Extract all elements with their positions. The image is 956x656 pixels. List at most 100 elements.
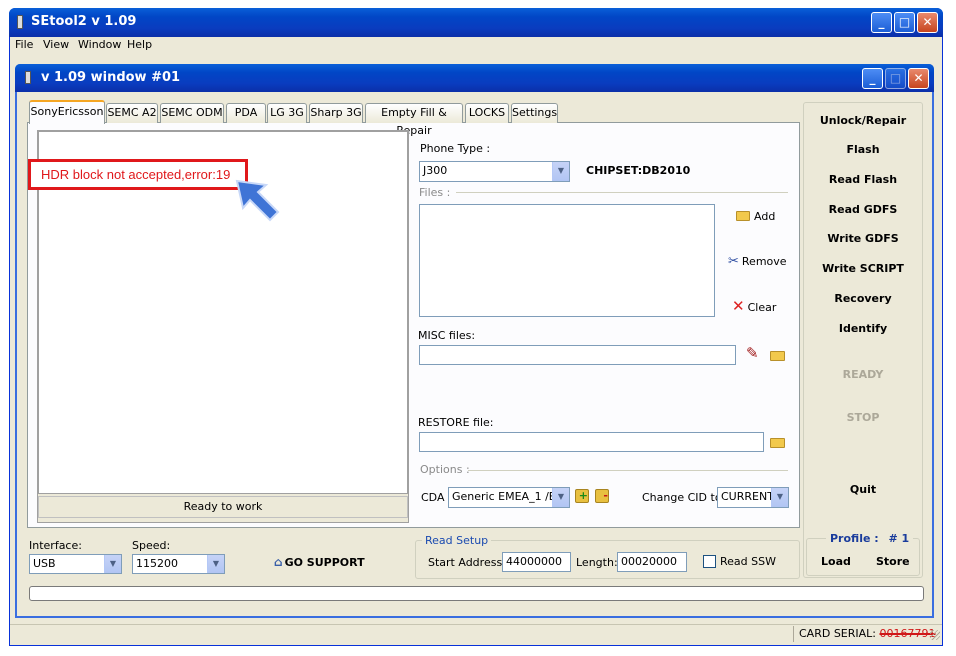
speed-select[interactable]: 115200 ▼: [132, 554, 225, 574]
phone-type-value: J300: [423, 164, 448, 177]
main-titlebar[interactable]: SEtool2 v 1.09 _ □ ✕: [9, 8, 943, 37]
add-label: Add: [754, 210, 776, 223]
profile-number: # 1: [888, 532, 910, 545]
child-titlebar[interactable]: v 1.09 window #01 _ □ ✕: [15, 64, 934, 92]
remove-button[interactable]: ✂ Remove: [728, 254, 787, 269]
child-maximize-button[interactable]: □: [885, 68, 906, 89]
tab-locks[interactable]: LOCKS: [465, 103, 509, 123]
read-setup-title: Read Setup: [422, 534, 492, 547]
close-button[interactable]: ✕: [917, 12, 938, 33]
unlock-repair-button[interactable]: Unlock/Repair: [803, 114, 923, 127]
interface-label: Interface:: [29, 539, 82, 552]
pointer-arrow-icon: [235, 179, 280, 222]
error-text: HDR block not accepted,error:19: [41, 167, 231, 182]
home-icon: ⌂: [274, 555, 283, 569]
interface-value: USB: [33, 557, 56, 570]
card-serial: CARD SERIAL: 00167791: [793, 626, 936, 642]
interface-chevron-down-icon: ▼: [104, 555, 121, 573]
error-message: HDR block not accepted,error:19: [28, 159, 248, 190]
add-button[interactable]: Add: [736, 210, 775, 223]
files-list[interactable]: [419, 204, 715, 317]
quit-button[interactable]: Quit: [803, 483, 923, 496]
length-label: Length:: [576, 556, 618, 569]
stop-button[interactable]: STOP: [803, 411, 923, 424]
speed-chevron-down-icon: ▼: [207, 555, 224, 573]
restore-file-input[interactable]: [419, 432, 764, 452]
restore-folder-icon[interactable]: [770, 438, 785, 448]
cid-chevron-down-icon: ▼: [771, 488, 788, 507]
child-icon: [25, 71, 31, 84]
interface-select[interactable]: USB ▼: [29, 554, 122, 574]
read-ssw-label: Read SSW: [720, 555, 776, 568]
minimize-button[interactable]: _: [871, 12, 892, 33]
cda-select[interactable]: Generic EMEA_1 /EM ▼: [448, 487, 570, 508]
profile-header: Profile : # 1: [826, 532, 914, 545]
cda-label: CDA: [421, 491, 445, 504]
phone-type-select[interactable]: J300 ▼: [419, 161, 570, 182]
start-address-input[interactable]: 44000000: [502, 552, 571, 572]
cid-value: CURRENT: [721, 490, 774, 503]
length-input[interactable]: 00020000: [617, 552, 687, 572]
speed-label: Speed:: [132, 539, 171, 552]
store-button[interactable]: Store: [876, 555, 910, 568]
go-support-button[interactable]: ⌂ GO SUPPORT: [274, 555, 365, 569]
card-serial-value: 00167791: [879, 627, 936, 640]
tab-sharp-3g[interactable]: Sharp 3G: [309, 103, 363, 123]
menu-window[interactable]: Window: [78, 38, 121, 51]
progress-bar: [29, 586, 924, 601]
change-cid-label: Change CID to: [642, 491, 722, 504]
chevron-down-icon: ▼: [552, 162, 569, 181]
tab-sonyericsson[interactable]: SonyEricsson: [29, 100, 105, 124]
chipset-label: CHIPSET:DB2010: [586, 164, 691, 177]
tab-semc-odm[interactable]: SEMC ODM: [160, 103, 224, 123]
cid-select[interactable]: CURRENT ▼: [717, 487, 789, 508]
remove-cda-icon[interactable]: -: [595, 489, 609, 503]
go-support-label: GO SUPPORT: [284, 556, 365, 569]
flash-button[interactable]: Flash: [803, 143, 923, 156]
files-separator: [456, 192, 788, 193]
read-flash-button[interactable]: Read Flash: [803, 173, 923, 186]
ready-indicator: READY: [842, 368, 884, 381]
write-script-button[interactable]: Write SCRIPT: [803, 262, 923, 275]
profile-label: Profile :: [830, 532, 879, 545]
resize-grip-icon[interactable]: [930, 630, 940, 640]
phone-type-label: Phone Type :: [420, 142, 491, 155]
cda-value: Generic EMEA_1 /EM: [452, 490, 566, 503]
scissors-icon: ✂: [728, 254, 739, 269]
tab-lg-3g[interactable]: LG 3G: [267, 103, 307, 123]
read-ssw-checkbox[interactable]: [703, 555, 716, 568]
misc-folder-icon[interactable]: [770, 351, 785, 361]
speed-value: 115200: [136, 557, 178, 570]
start-address-value: 44000000: [506, 555, 562, 568]
edit-pen-icon[interactable]: ✎: [746, 344, 759, 362]
card-serial-label: CARD SERIAL:: [799, 627, 876, 640]
child-minimize-button[interactable]: _: [862, 68, 883, 89]
clear-button[interactable]: ✕ Clear: [732, 297, 776, 315]
identify-button[interactable]: Identify: [803, 322, 923, 335]
app-title: SEtool2 v 1.09: [31, 14, 137, 29]
files-label: Files :: [419, 186, 451, 199]
child-close-button[interactable]: ✕: [908, 68, 929, 89]
app-icon: [17, 15, 23, 29]
menu-view[interactable]: View: [43, 38, 69, 51]
read-gdfs-button[interactable]: Read GDFS: [803, 203, 923, 216]
clear-icon: ✕: [732, 297, 745, 315]
menu-help[interactable]: Help: [127, 38, 152, 51]
tab-empty-fill-repair[interactable]: Empty Fill & Repair: [365, 103, 463, 137]
add-cda-icon[interactable]: +: [575, 489, 589, 503]
length-value: 00020000: [621, 555, 677, 568]
start-address-label: Start Address:: [428, 556, 506, 569]
restore-file-label: RESTORE file:: [418, 416, 494, 429]
load-button[interactable]: Load: [821, 555, 851, 568]
tab-settings[interactable]: Settings: [511, 103, 558, 123]
tab-pda[interactable]: PDA: [226, 103, 266, 123]
tab-semc-a2[interactable]: SEMC A2: [106, 103, 158, 123]
folder-icon: [736, 211, 750, 221]
write-gdfs-button[interactable]: Write GDFS: [803, 232, 923, 245]
menu-file[interactable]: File: [15, 38, 33, 51]
maximize-button[interactable]: □: [894, 12, 915, 33]
log-status: Ready to work: [38, 496, 408, 518]
recovery-button[interactable]: Recovery: [803, 292, 923, 305]
misc-files-input[interactable]: [419, 345, 736, 365]
clear-label: Clear: [747, 301, 777, 314]
